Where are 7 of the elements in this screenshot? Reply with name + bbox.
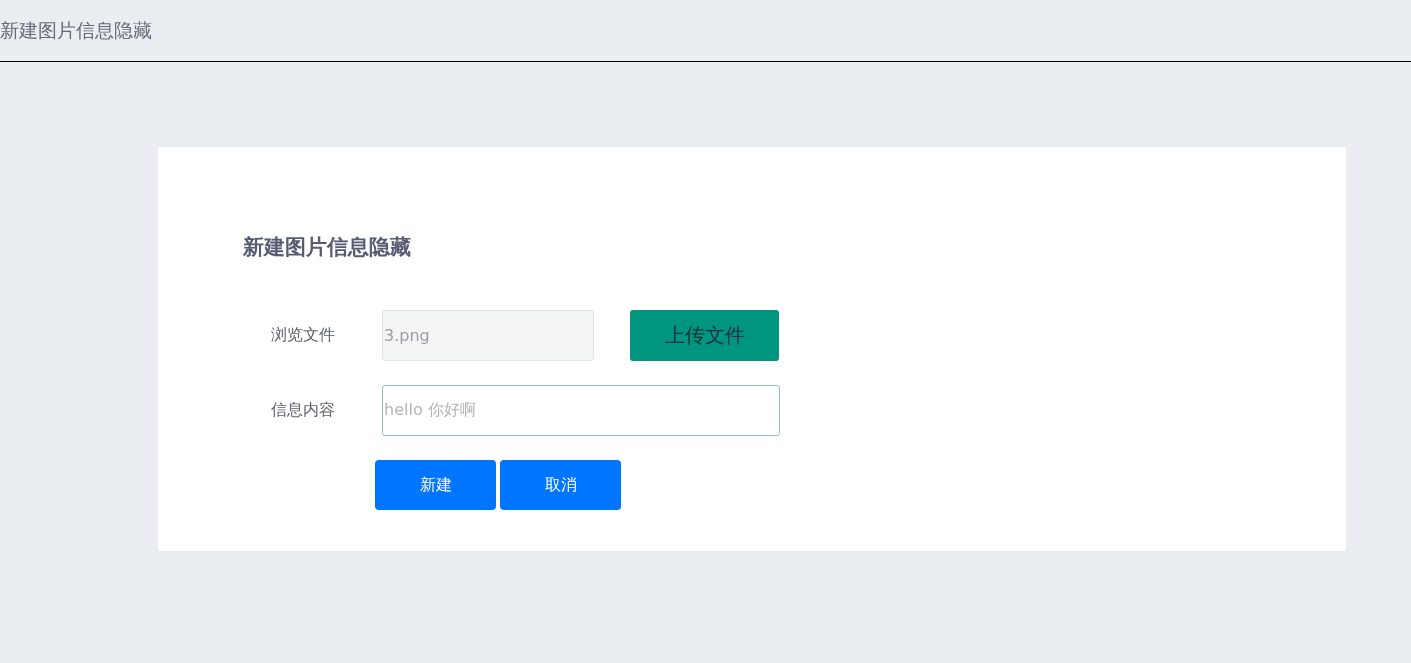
- create-button[interactable]: 新建: [375, 459, 496, 510]
- field-label: 信息内容: [270, 399, 336, 421]
- cancel-button[interactable]: 取消: [500, 459, 621, 510]
- page-title: 新建图片信息隐藏: [0, 18, 152, 44]
- form-heading: 新建图片信息隐藏: [243, 234, 412, 261]
- field-label: 浏览文件: [270, 324, 336, 346]
- message-field[interactable]: hello 你好啊: [382, 384, 780, 436]
